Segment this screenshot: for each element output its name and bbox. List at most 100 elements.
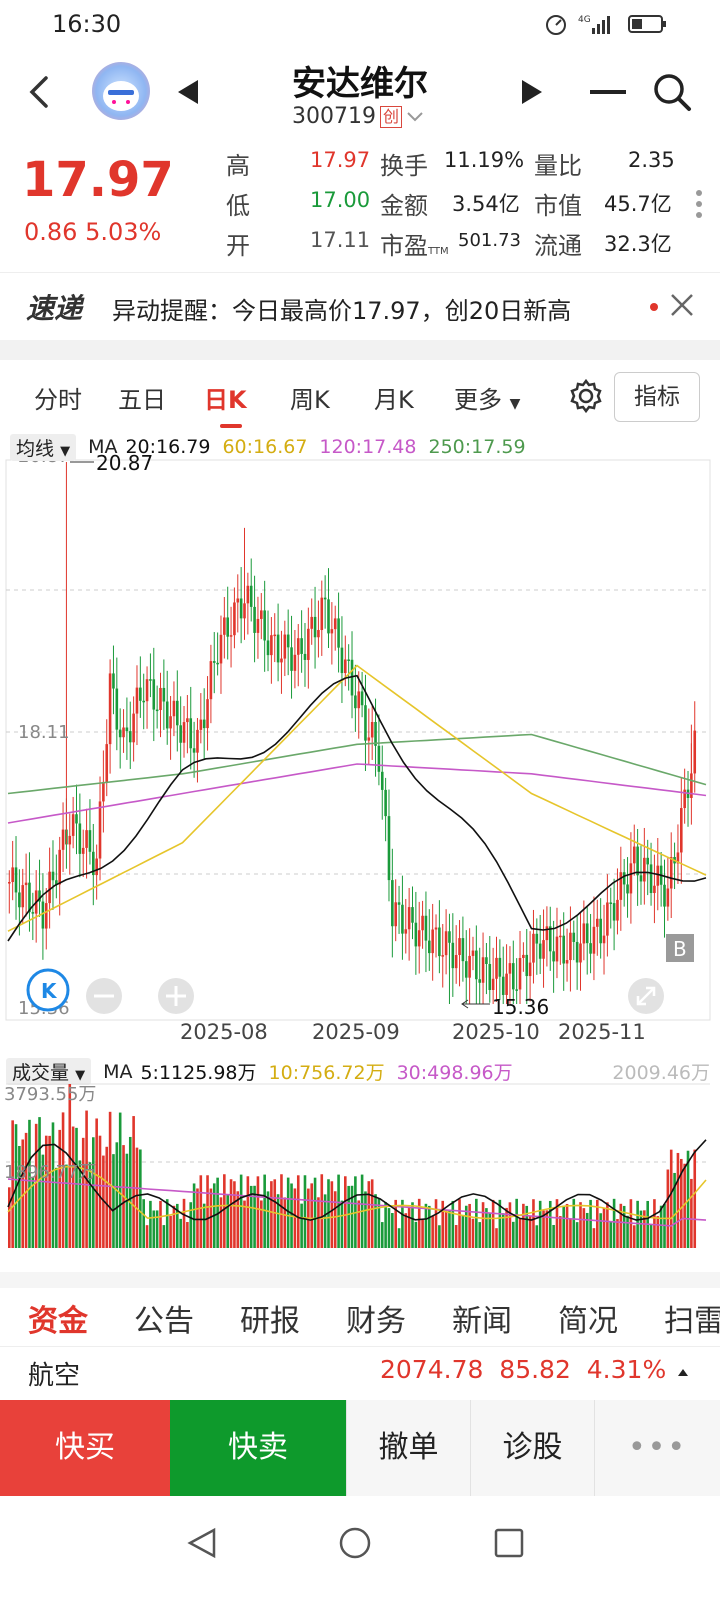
tab-five-day[interactable]: 五日 — [118, 380, 166, 415]
candle-body — [542, 940, 545, 959]
volume-bar — [562, 1205, 565, 1248]
ma-legend: 均线 ▼ MA 20:16.79 60:16.67 120:17.48 250:… — [10, 432, 526, 462]
candle-body — [293, 654, 297, 671]
volume-bar — [266, 1191, 270, 1248]
volume-bar — [421, 1218, 424, 1248]
candle-body — [249, 585, 253, 607]
tab-risk-scan[interactable]: 扫雷 — [664, 1296, 720, 1340]
candle-body — [380, 771, 384, 790]
buy-marker[interactable]: B — [666, 934, 694, 962]
quick-buy-button[interactable]: 快买 — [0, 1400, 170, 1496]
candle-body — [360, 691, 364, 706]
sector-row[interactable]: 航空 2074.78 85.82 4.31% — [0, 1346, 720, 1398]
zoom-in-icon[interactable] — [158, 978, 194, 1014]
candle-body — [693, 730, 697, 774]
status-time: 16:30 — [52, 10, 122, 38]
action-bar: 快买 快卖 撤单 诊股 ••• — [0, 1400, 720, 1496]
candle-body — [606, 902, 609, 936]
date-label: 2025-10 — [452, 1020, 540, 1044]
candle-body — [669, 856, 673, 889]
sector-index: 2074.78 — [380, 1355, 484, 1384]
tab-news[interactable]: 新闻 — [452, 1296, 512, 1340]
candle-body — [649, 864, 653, 894]
vol-ratio-value: 2.35 — [628, 148, 675, 172]
news-alert-bar[interactable]: 速递 异动提醒：今日最高价17.97，创20日新高 — [0, 272, 720, 338]
candle-body — [21, 885, 25, 908]
candle-body — [448, 931, 451, 943]
quick-sell-button[interactable]: 快卖 — [170, 1400, 346, 1496]
tab-intraday[interactable]: 分时 — [34, 380, 82, 415]
k-badge-icon[interactable]: K — [26, 968, 70, 1012]
tab-financials[interactable]: 财务 — [346, 1296, 406, 1340]
sector-pct: 4.31% — [586, 1355, 667, 1384]
volume-bar — [397, 1228, 401, 1248]
next-stock-icon[interactable] — [520, 78, 544, 106]
back-icon[interactable] — [18, 70, 62, 114]
volume-bar — [414, 1221, 418, 1248]
volume-bar — [461, 1216, 465, 1248]
tab-capital[interactable]: 资金 — [28, 1296, 88, 1340]
kline-chart[interactable]: 20.87 18.11 15.36 20.87 15.36 K B — [0, 432, 720, 1022]
candle-body — [239, 598, 243, 619]
close-icon[interactable] — [668, 291, 696, 319]
volume-bar — [485, 1208, 488, 1248]
nav-back-icon[interactable] — [186, 1526, 220, 1560]
candle-body — [85, 830, 88, 848]
tab-weekly-k[interactable]: 周K — [290, 380, 330, 415]
candle-body — [414, 922, 418, 947]
tab-profile[interactable]: 简况 — [558, 1296, 618, 1340]
expand-arrow-icon[interactable] — [678, 1369, 688, 1376]
volume-bar — [458, 1199, 461, 1248]
candle-body — [283, 634, 287, 659]
candle-body — [491, 978, 495, 990]
unread-dot — [650, 303, 658, 311]
candle-body — [286, 634, 290, 648]
volume-bar — [411, 1202, 414, 1248]
ma-selector[interactable]: 均线 ▼ — [10, 433, 77, 461]
search-icon[interactable] — [652, 72, 692, 112]
candle-body — [118, 729, 122, 738]
volume-bar — [337, 1174, 340, 1248]
tab-research[interactable]: 研报 — [240, 1296, 300, 1340]
candle-body — [182, 722, 186, 743]
candle-body — [471, 950, 475, 956]
candle-body — [233, 602, 236, 636]
zoom-out-icon[interactable] — [86, 978, 122, 1014]
candle-body — [421, 915, 424, 931]
candle-body — [629, 863, 633, 894]
fullscreen-icon[interactable] — [628, 978, 664, 1014]
nav-recents-icon[interactable] — [494, 1528, 524, 1558]
caret-down-icon: ▼ — [509, 396, 521, 412]
candle-body — [327, 599, 330, 634]
volume-bar — [370, 1179, 374, 1248]
more-actions-button[interactable]: ••• — [594, 1400, 720, 1496]
cancel-order-button[interactable]: 撤单 — [346, 1400, 470, 1496]
candle-body — [105, 744, 109, 782]
candle-body — [646, 857, 649, 865]
volume-bar — [552, 1224, 555, 1248]
candle-body — [639, 875, 643, 882]
remove-watchlist-icon[interactable] — [590, 90, 626, 94]
volume-bar — [239, 1174, 243, 1248]
volume-bar — [283, 1197, 287, 1248]
stock-code-row[interactable]: 300719 创 — [292, 104, 424, 129]
candle-body — [159, 687, 162, 711]
candle-body — [370, 721, 374, 738]
candle-body — [367, 737, 371, 741]
tab-announcements[interactable]: 公告 — [134, 1296, 194, 1340]
volume-bar — [471, 1218, 475, 1248]
indicator-button[interactable]: 指标 — [614, 372, 700, 422]
prev-stock-icon[interactable] — [176, 78, 200, 106]
gear-icon[interactable] — [568, 378, 604, 414]
more-quote-icon[interactable] — [696, 190, 702, 223]
tab-more[interactable]: 更多 ▼ — [454, 380, 520, 415]
diagnose-button[interactable]: 诊股 — [470, 1400, 594, 1496]
nav-home-icon[interactable] — [338, 1526, 372, 1560]
tab-monthly-k[interactable]: 月K — [374, 380, 414, 415]
volume-chart[interactable]: 3793.55万 1896.77万 — [0, 1078, 720, 1274]
mascot-avatar[interactable] — [92, 62, 150, 120]
volume-bar — [293, 1188, 297, 1248]
ma120-line — [7, 763, 707, 824]
candle-body — [444, 931, 448, 956]
tab-daily-k[interactable]: 日K — [204, 380, 247, 415]
